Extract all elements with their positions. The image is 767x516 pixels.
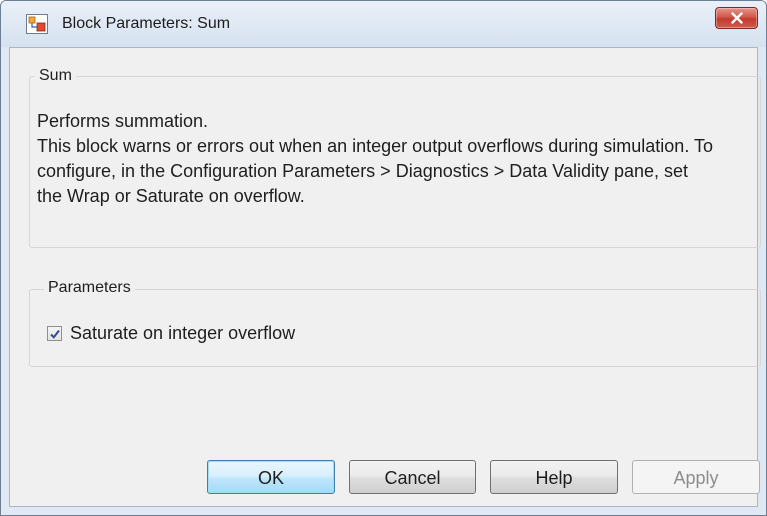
close-icon — [731, 12, 743, 24]
description-details: This block warns or errors out when an i… — [37, 136, 714, 206]
block-description: Performs summation. This block warns or … — [37, 109, 717, 209]
close-button[interactable] — [715, 7, 758, 29]
checkbox-label: Saturate on integer overflow — [70, 323, 296, 343]
ok-button[interactable]: OK — [207, 460, 335, 494]
simulink-block-icon — [26, 14, 48, 34]
description-summary: Performs summation. — [37, 111, 209, 131]
window-title: Block Parameters: Sum — [62, 15, 231, 32]
help-button[interactable]: Help — [490, 460, 618, 494]
saturate-on-overflow-checkbox[interactable]: Saturate on integer overflow — [47, 321, 295, 345]
parameters-group-title: Parameters — [44, 278, 135, 298]
title-bar[interactable]: Block Parameters: Sum — [1, 1, 766, 47]
block-parameters-dialog: Block Parameters: Sum Sum Performs summa… — [0, 0, 767, 516]
checkbox-box[interactable] — [47, 325, 62, 341]
apply-button[interactable]: Apply — [632, 460, 760, 494]
block-group-title: Sum — [35, 66, 76, 86]
cancel-button[interactable]: Cancel — [349, 460, 476, 494]
checkmark-icon — [50, 329, 60, 339]
